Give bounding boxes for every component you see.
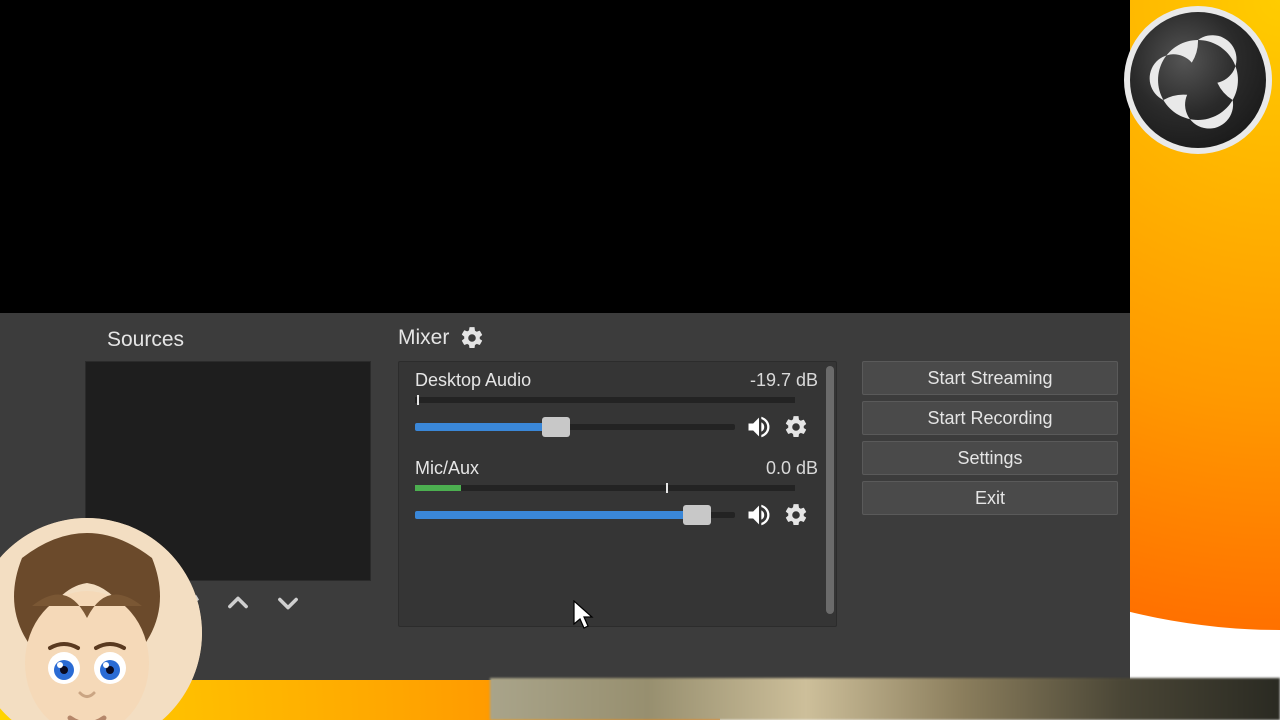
settings-button[interactable]: Settings [862, 441, 1118, 475]
mixer-channel-db: -19.7 dB [750, 370, 818, 391]
speaker-icon[interactable] [745, 413, 773, 441]
button-label: Start Streaming [927, 368, 1052, 389]
gear-icon[interactable] [783, 414, 809, 440]
mixer-channel-name: Mic/Aux [415, 458, 479, 479]
chevron-down-icon[interactable] [274, 589, 302, 617]
mixer-channel-meter [415, 397, 795, 403]
mixer-channel-meter [415, 485, 795, 491]
gear-icon[interactable] [783, 502, 809, 528]
button-label: Start Recording [927, 408, 1052, 429]
button-label: Settings [957, 448, 1022, 469]
footage-strip [490, 678, 1280, 720]
mixer-panel-title: Mixer [398, 326, 449, 350]
chevron-up-icon[interactable] [224, 589, 252, 617]
mixer-channel-desktop-audio: Desktop Audio -19.7 dB [415, 370, 818, 450]
start-streaming-button[interactable]: Start Streaming [862, 361, 1118, 395]
gear-icon[interactable] [459, 325, 485, 351]
mixer-scrollbar[interactable] [826, 366, 834, 614]
speaker-icon[interactable] [745, 501, 773, 529]
start-recording-button[interactable]: Start Recording [862, 401, 1118, 435]
mixer-panel-header: Mixer [398, 325, 485, 351]
controls-panel: Start Streaming Start Recording Settings… [862, 361, 1118, 515]
button-label: Exit [975, 488, 1005, 509]
mixer-channel-volume-slider[interactable] [415, 420, 735, 434]
mixer-channel-name: Desktop Audio [415, 370, 531, 391]
mixer-channel-volume-slider[interactable] [415, 508, 735, 522]
obs-logo-icon [1124, 6, 1272, 154]
mixer-panel: Desktop Audio -19.7 dB [398, 361, 837, 627]
exit-button[interactable]: Exit [862, 481, 1118, 515]
mixer-channel-db: 0.0 dB [766, 458, 818, 479]
mixer-channel-mic-aux: Mic/Aux 0.0 dB [415, 458, 818, 538]
preview-area[interactable] [0, 0, 1130, 313]
sources-panel-title: Sources [107, 328, 184, 352]
